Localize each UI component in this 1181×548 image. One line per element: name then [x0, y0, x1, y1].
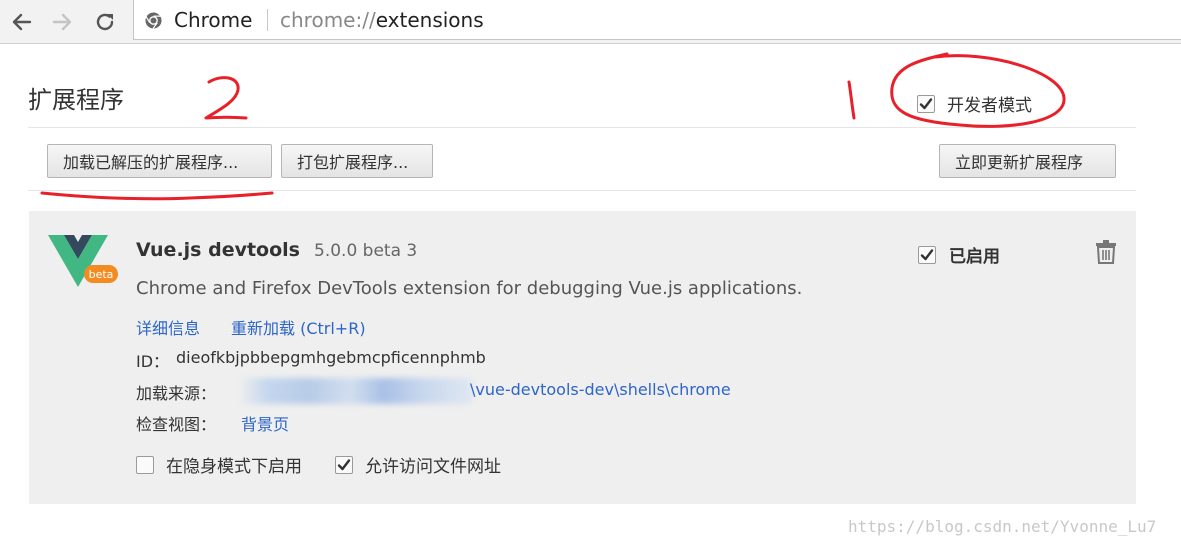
- enabled-toggle[interactable]: 已启用: [918, 242, 1000, 267]
- extension-card: beta Vue.js devtools 5.0.0 beta 3 Chrome…: [29, 211, 1136, 504]
- developer-mode-label: 开发者模式: [947, 96, 1032, 116]
- checkmark-icon: [337, 458, 351, 470]
- source-label: 加载来源：: [136, 384, 217, 403]
- url-text[interactable]: chrome://extensions: [280, 8, 484, 32]
- redacted-path-blur: [239, 378, 472, 404]
- vue-devtools-logo-icon: beta: [48, 235, 118, 287]
- url-scheme: chrome://: [280, 8, 376, 32]
- pack-extension-button[interactable]: 打包扩展程序...: [281, 144, 433, 178]
- watermark-text: https://blog.csdn.net/Yvonne_Lu7: [848, 517, 1157, 536]
- enabled-label: 已启用: [949, 247, 1000, 267]
- developer-mode-toggle[interactable]: 开发者模式: [917, 91, 1032, 116]
- forward-arrow-icon: [52, 13, 72, 31]
- incognito-option[interactable]: 在隐身模式下启用: [136, 452, 302, 477]
- site-chip-label: Chrome: [174, 8, 253, 32]
- extension-description: Chrome and Firefox DevTools extension fo…: [136, 278, 803, 299]
- trash-icon[interactable]: [1094, 239, 1118, 265]
- inspect-views-label: 检查视图：: [136, 415, 217, 434]
- chrome-page-icon: [145, 12, 162, 29]
- address-bar[interactable]: Chrome chrome://extensions: [133, 0, 1181, 40]
- extension-id: dieofkbjpbbepgmhgebmcpficennphmb: [176, 348, 486, 367]
- file-access-label: 允许访问文件网址: [365, 457, 501, 477]
- developer-mode-checkbox[interactable]: [917, 94, 935, 113]
- extension-version: 5.0.0 beta 3: [314, 241, 418, 261]
- incognito-label: 在隐身模式下启用: [166, 457, 302, 477]
- forward-button[interactable]: [49, 8, 77, 36]
- load-unpacked-underline: [40, 191, 274, 201]
- reload-extension-link[interactable]: 重新加载 (Ctrl+R): [231, 315, 366, 339]
- back-arrow-icon: [12, 13, 32, 31]
- reload-icon: [96, 13, 114, 31]
- header-divider: [28, 127, 1136, 128]
- file-access-checkbox[interactable]: [335, 455, 353, 474]
- page-title: 扩展程序: [28, 86, 124, 114]
- back-button[interactable]: [7, 8, 35, 36]
- checkmark-icon: [920, 248, 934, 260]
- details-link[interactable]: 详细信息: [136, 315, 200, 339]
- update-extensions-button[interactable]: 立即更新扩展程序: [939, 144, 1116, 178]
- annotation-mark-2: [204, 76, 248, 120]
- load-unpacked-button[interactable]: 加载已解压的扩展程序...: [47, 144, 272, 178]
- annotation-mark-1: [847, 80, 856, 120]
- address-separator: [267, 9, 268, 31]
- checkmark-icon: [919, 97, 933, 109]
- browser-toolbar: Chrome chrome://extensions: [0, 0, 1181, 44]
- reload-button[interactable]: [91, 8, 119, 36]
- background-page-link[interactable]: 背景页: [241, 411, 289, 435]
- file-access-option[interactable]: 允许访问文件网址: [335, 452, 501, 477]
- logo-badge-text: beta: [89, 268, 114, 281]
- incognito-checkbox[interactable]: [136, 455, 154, 474]
- id-label: ID：: [136, 352, 170, 371]
- url-path: extensions: [375, 8, 484, 32]
- extension-name: Vue.js devtools: [136, 239, 300, 261]
- enabled-checkbox[interactable]: [918, 245, 936, 264]
- source-path-link[interactable]: \vue-devtools-dev\shells\chrome: [470, 380, 731, 399]
- buttons-divider: [28, 190, 1136, 191]
